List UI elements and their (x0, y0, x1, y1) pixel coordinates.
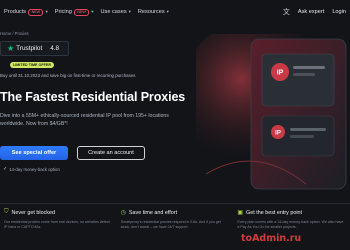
feature-title: Never get blocked (11, 209, 55, 216)
card-line (293, 73, 315, 76)
shield-icon: ⛉ (4, 209, 9, 215)
chevron-down-icon: ▾ (45, 9, 48, 14)
new-badge: NEW (28, 8, 44, 16)
hero-subtitle: Dive into a 55M+ ethically-sourced resid… (0, 113, 169, 127)
watermark: toAdmin.ru (241, 233, 302, 244)
nav-pricing-label: Pricing (54, 9, 72, 15)
breadcrumb[interactable]: Home / Proxies (0, 31, 29, 36)
chevron-down-icon: ▾ (91, 9, 94, 14)
trustpilot-box[interactable]: ★ Trustpilot 4.8 (0, 41, 69, 56)
nav-products-label: Products (4, 9, 27, 15)
ip-badge-label: IP (277, 70, 284, 77)
feature-head: ◷ Save time and effort (120, 209, 230, 217)
nav-right: 文 Ask expert Login (283, 7, 346, 17)
feature-head: ▣ Get the best entry point (237, 209, 346, 217)
money-back-text: 14-day money-back option (9, 166, 60, 172)
wallet-icon: ▣ (237, 210, 244, 216)
feature-save-time: ◷ Save time and effort Smartproxy's resi… (117, 204, 234, 250)
hero-illustration: IP IP (196, 34, 347, 190)
feature-title: Save time and effort (128, 209, 178, 216)
feature-never-blocked: ⛉ Never get blocked Our residential prox… (0, 204, 117, 250)
limited-offer-badge: LIMITED TIME OFFER (10, 62, 54, 68)
feature-text: Every plan comes with a 14-day money-bac… (237, 220, 344, 229)
chevron-down-icon: ▾ (128, 9, 131, 14)
ask-expert-link[interactable]: Ask expert (298, 9, 324, 15)
trustpilot-star-icon: ★ (7, 43, 15, 53)
login-link[interactable]: Login (332, 9, 346, 15)
feature-head: ⛉ Never get blocked (4, 209, 113, 216)
feature-text: Our residential proxies come from real d… (4, 220, 110, 229)
hero-title: The Fastest Residential Proxies (0, 90, 186, 104)
create-account-button[interactable]: Create an account (77, 146, 145, 160)
card-line (290, 128, 326, 131)
feature-text: Smartproxy's residential proxies respond… (120, 220, 221, 229)
see-special-offer-button[interactable]: See special offer (0, 146, 68, 160)
new-badge: NEW (73, 8, 90, 16)
translate-icon[interactable]: 文 (283, 7, 290, 17)
trustpilot-rating: 4.8 (50, 45, 60, 52)
card-top (261, 53, 335, 107)
ip-badge-label: IP (275, 131, 281, 137)
check-circle-icon: ✓ (3, 166, 8, 172)
nav-use-cases-label: Use cases (100, 9, 127, 15)
chevron-down-icon: ▾ (166, 9, 169, 14)
clock-icon: ◷ (120, 210, 126, 216)
nav-resources-label: Resources (137, 9, 165, 15)
feature-title: Get the best entry point (246, 209, 303, 216)
offer-text: Buy until 31.10.2023 and save big on fir… (0, 73, 136, 78)
nav-use-cases[interactable]: Use cases ▾ (101, 9, 131, 15)
card-line (293, 66, 325, 69)
nav-products[interactable]: Products NEW ▾ (4, 8, 48, 16)
trustpilot-label: Trustpilot (16, 45, 43, 52)
money-back-note: ✓ 14-day money-back option (3, 166, 60, 172)
top-nav: Products NEW ▾ Pricing NEW ▾ Use cases ▾… (0, 0, 350, 24)
card-line (290, 135, 314, 138)
nav-resources[interactable]: Resources ▾ (138, 9, 169, 15)
nav-pricing[interactable]: Pricing NEW ▾ (54, 8, 94, 16)
